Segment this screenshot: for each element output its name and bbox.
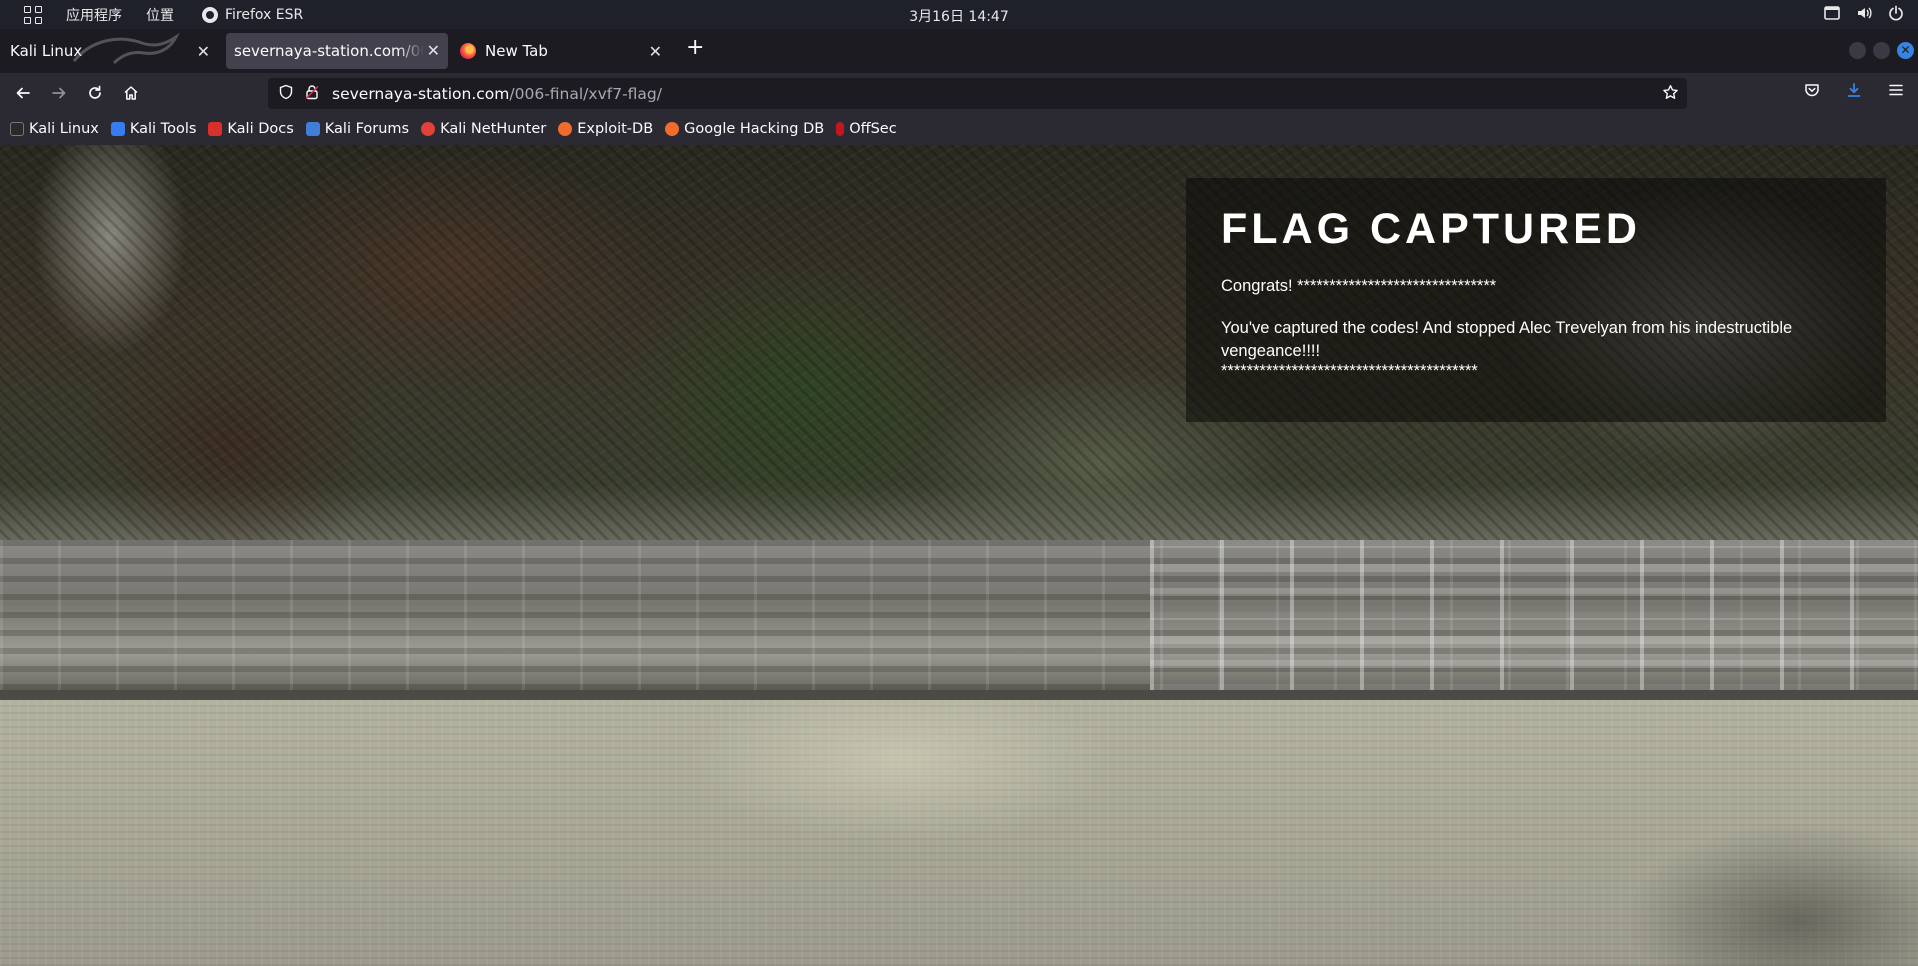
- flag-panel: FLAG CAPTURED Congrats! ****************…: [1186, 178, 1886, 422]
- tracking-protection-shield-icon[interactable]: [278, 84, 294, 104]
- ghdb-icon: [665, 122, 680, 136]
- close-tab-icon[interactable]: ✕: [197, 42, 210, 61]
- app-menu-hamburger-icon[interactable]: [1888, 82, 1904, 102]
- url-host: severnaya-station.com: [332, 84, 510, 103]
- system-top-bar: 应用程序 位置 Firefox ESR 3月16日 14:47: [0, 0, 1918, 29]
- bookmark-kali-tools[interactable]: Kali Tools: [110, 121, 197, 137]
- navigation-toolbar: severnaya-station.com/006-final/xvf7-fla…: [0, 73, 1918, 113]
- tab-new-tab[interactable]: New Tab ✕: [452, 29, 674, 73]
- insecure-lock-icon[interactable]: [304, 84, 320, 104]
- kali-tools-icon: [110, 122, 125, 136]
- bookmarks-toolbar: Kali Linux Kali Tools Kali Docs Kali For…: [0, 113, 1918, 145]
- address-bar[interactable]: severnaya-station.com/006-final/xvf7-fla…: [268, 78, 1687, 109]
- active-app-label[interactable]: Firefox ESR: [225, 7, 303, 23]
- places-menu[interactable]: 位置: [146, 5, 174, 25]
- flag-message-text: You've captured the codes! And stopped A…: [1221, 319, 1793, 360]
- kali-forums-icon: [305, 122, 320, 136]
- tab-title: New Tab: [485, 42, 548, 60]
- close-window-icon[interactable]: ✕: [1897, 42, 1914, 59]
- offsec-icon: [836, 122, 845, 136]
- window-icon[interactable]: [1824, 6, 1840, 20]
- close-tab-icon[interactable]: ✕: [649, 42, 662, 61]
- tab-kali-linux[interactable]: Kali Linux ✕: [0, 29, 222, 73]
- bookmark-star-icon[interactable]: [1662, 84, 1679, 105]
- tab-strip: Kali Linux ✕ severnaya-station.com/006-f…: [0, 29, 1918, 73]
- back-arrow-icon[interactable]: [12, 82, 34, 104]
- firefox-favicon-icon: [460, 43, 476, 59]
- power-icon[interactable]: [1888, 5, 1904, 21]
- background-fence-image: [0, 540, 1918, 700]
- bookmark-kali-nethunter[interactable]: Kali NetHunter: [421, 121, 546, 137]
- forward-arrow-icon[interactable]: [48, 82, 70, 104]
- bookmark-label: OffSec: [849, 121, 897, 137]
- bookmark-kali-docs[interactable]: Kali Docs: [208, 121, 294, 137]
- volume-icon[interactable]: [1856, 5, 1872, 21]
- system-tray[interactable]: [1824, 5, 1904, 21]
- bookmark-kali-forums[interactable]: Kali Forums: [305, 121, 410, 137]
- bookmark-label: Kali Docs: [227, 121, 294, 137]
- reload-icon[interactable]: [84, 82, 106, 104]
- tab-severnaya-flag[interactable]: severnaya-station.com/006-final/xvf7-fla…: [226, 33, 448, 69]
- pocket-icon[interactable]: [1804, 82, 1820, 102]
- bookmark-kali-linux[interactable]: Kali Linux: [10, 121, 99, 137]
- bookmark-label: Kali NetHunter: [440, 121, 547, 137]
- bookmark-label: Exploit-DB: [577, 121, 654, 137]
- bookmark-label: Google Hacking DB: [684, 121, 825, 137]
- url-path: /006-final/xvf7-flag/: [509, 84, 662, 103]
- kali-dragon-icon: [10, 122, 24, 136]
- tab-title: severnaya-station.com/006-final/xvf7-fla…: [234, 42, 424, 60]
- kali-dragon-watermark-icon: [72, 33, 180, 65]
- downloads-icon[interactable]: [1846, 82, 1862, 102]
- clock[interactable]: 3月16日 14:47: [909, 6, 1009, 26]
- bookmark-label: Kali Forums: [324, 121, 410, 137]
- kali-docs-icon: [208, 122, 223, 136]
- stars-text: ****************************************: [1221, 362, 1478, 380]
- toolbar-right-group: [1804, 82, 1904, 102]
- nethunter-icon: [421, 122, 436, 136]
- maximize-icon[interactable]: [1873, 42, 1890, 59]
- exploit-db-icon: [558, 122, 573, 136]
- window-controls: ✕: [1849, 42, 1914, 59]
- close-tab-icon[interactable]: ✕: [427, 41, 440, 60]
- home-icon[interactable]: [120, 82, 142, 104]
- bookmark-label: Kali Linux: [29, 121, 99, 137]
- page-viewport: FLAG CAPTURED Congrats! ****************…: [0, 145, 1918, 966]
- app-grid-icon[interactable]: [24, 5, 42, 24]
- new-tab-plus-icon[interactable]: +: [686, 35, 704, 60]
- background-ground-image: [0, 700, 1918, 966]
- minimize-icon[interactable]: [1849, 42, 1866, 59]
- applications-menu[interactable]: 应用程序: [66, 5, 122, 25]
- flag-title: FLAG CAPTURED: [1221, 205, 1641, 253]
- firefox-icon: [202, 6, 218, 23]
- bookmark-offsec[interactable]: OffSec: [836, 121, 897, 137]
- congrats-text: Congrats! ******************************…: [1221, 277, 1497, 295]
- bookmark-google-hacking-db[interactable]: Google Hacking DB: [665, 121, 824, 137]
- bookmark-exploit-db[interactable]: Exploit-DB: [558, 121, 653, 137]
- bookmark-label: Kali Tools: [129, 121, 197, 137]
